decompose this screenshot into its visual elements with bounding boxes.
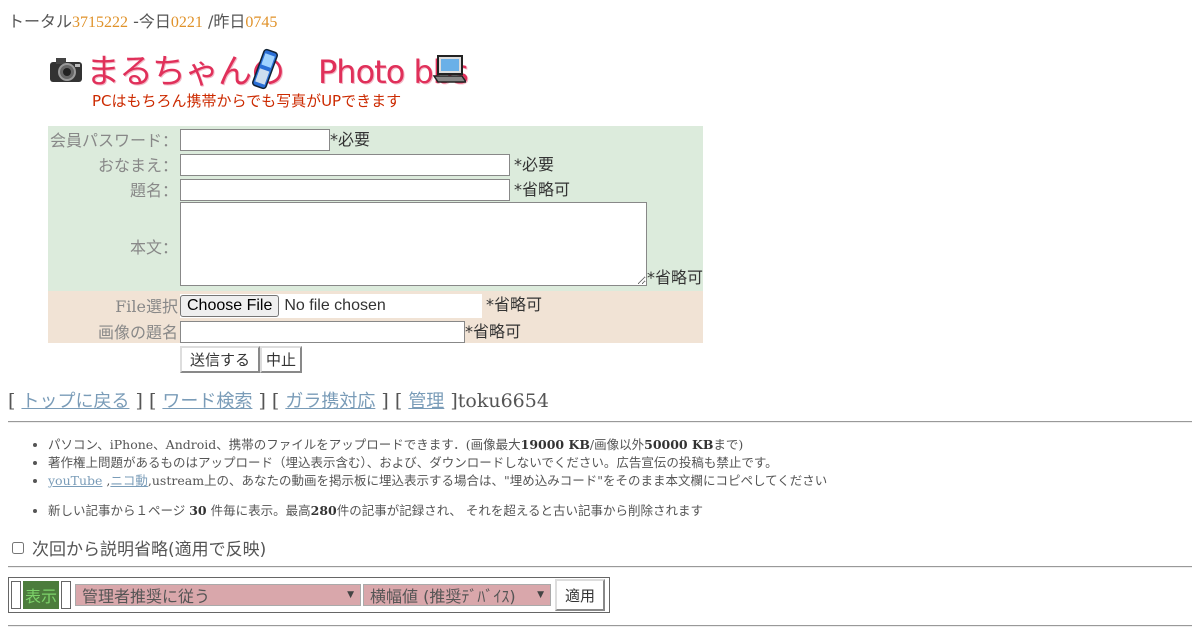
choose-file-button[interactable]: Choose File bbox=[180, 295, 280, 317]
body-note: *省略可 bbox=[647, 268, 704, 287]
apply-button[interactable]: 適用 bbox=[555, 579, 606, 611]
password-label: 会員パスワード： bbox=[49, 130, 178, 150]
nav-user: ]toku6654 bbox=[444, 390, 549, 412]
skip-checkbox[interactable] bbox=[12, 541, 24, 554]
body-label: 本文： bbox=[129, 238, 178, 257]
divider bbox=[8, 566, 1192, 568]
name-input[interactable] bbox=[180, 154, 510, 176]
subject-note: *省略可 bbox=[514, 180, 571, 199]
password-input[interactable] bbox=[180, 129, 330, 151]
camera-icon bbox=[50, 58, 82, 82]
submit-button[interactable]: 送信する bbox=[180, 345, 261, 373]
divider bbox=[8, 421, 1192, 423]
list-item: 著作権上問題があるものはアップロード（埋込表示含む）、および、ダウンロードしない… bbox=[48, 454, 827, 472]
toolbar-spacer bbox=[61, 581, 71, 609]
mobile-link[interactable]: ガラ携対応 bbox=[285, 391, 375, 412]
toolbar-spacer bbox=[11, 581, 21, 609]
total-label: トータル bbox=[8, 12, 73, 31]
access-counter: トータル3715222 -今日0221 /昨日0745 bbox=[8, 8, 277, 32]
skip-label: 次回から説明省略(適用で反映) bbox=[32, 540, 267, 560]
total-count: 3715222 bbox=[72, 14, 129, 31]
yesterday-count: 0745 bbox=[245, 14, 278, 31]
name-note: *必要 bbox=[514, 155, 555, 174]
word-search-link[interactable]: ワード検索 bbox=[162, 391, 252, 412]
top-link[interactable]: トップに戻る bbox=[21, 391, 129, 412]
nav-bracket: ] [ bbox=[252, 390, 286, 412]
nav-bracket: ] [ bbox=[129, 390, 163, 412]
file-note: *省略可 bbox=[486, 295, 543, 314]
file-chooser[interactable]: Choose File No file chosen bbox=[180, 294, 482, 318]
youtube-link[interactable]: youTube bbox=[48, 473, 102, 488]
today-count: 0221 bbox=[170, 14, 203, 31]
skip-description: 次回から説明省略(適用で反映) bbox=[10, 535, 266, 560]
file-status: No file chosen bbox=[284, 297, 386, 314]
image-title-label: 画像の題名 bbox=[97, 322, 178, 342]
subject-input[interactable] bbox=[180, 179, 510, 201]
yesterday-label: /昨日 bbox=[202, 12, 246, 31]
name-label: おなまえ： bbox=[97, 155, 178, 175]
display-mode-value: 管理者推奨に従う bbox=[82, 587, 211, 606]
logo-subtitle: PCはもちろん携帯からでも写真がUPできます bbox=[92, 92, 402, 110]
mobile-phone-icon bbox=[252, 48, 278, 90]
post-form: 会員パスワード： *必要 おなまえ： *必要 題名： *省略可 本文： *省略可… bbox=[48, 126, 704, 373]
display-mode-select[interactable]: 管理者推奨に従う ▼ bbox=[75, 584, 361, 606]
file-label: File選択 bbox=[115, 296, 178, 316]
nav-bracket: ] [ bbox=[375, 390, 409, 412]
nicodo-link[interactable]: ニコ動 bbox=[110, 473, 148, 488]
dropdown-arrow-icon: ▼ bbox=[537, 590, 544, 600]
width-value: 横幅値 (推奨ﾃﾞﾊﾞｲｽ) bbox=[370, 587, 516, 606]
admin-link[interactable]: 管理 bbox=[408, 391, 444, 412]
list-item: 新しい記事から１ページ 30 件毎に表示。最高280件の記事が記録され、 それを… bbox=[48, 502, 827, 520]
display-toolbar: 表示 管理者推奨に従う ▼ 横幅値 (推奨ﾃﾞﾊﾞｲｽ) ▼ 適用 bbox=[8, 577, 610, 613]
nav-links: [ トップに戻る ] [ ワード検索 ] [ ガラ携対応 ] [ 管理 ]tok… bbox=[8, 387, 549, 413]
site-logo: まるちゃんの Photo bbs PCはもちろん携帯からでも写真がUPできます bbox=[48, 44, 469, 114]
divider bbox=[8, 625, 1192, 627]
image-title-note: *省略可 bbox=[465, 322, 522, 341]
laptop-icon bbox=[432, 55, 466, 83]
width-select[interactable]: 横幅値 (推奨ﾃﾞﾊﾞｲｽ) ▼ bbox=[363, 584, 551, 606]
today-label: -今日 bbox=[128, 12, 171, 31]
info-list: パソコン、iPhone、Android、携帯のファイルをアップロードできます．(… bbox=[8, 436, 827, 520]
list-item: youTube ,ニコ動,ustream上の、あなたの動画を掲示板に埋込表示する… bbox=[48, 472, 827, 490]
cancel-button[interactable]: 中止 bbox=[260, 345, 303, 373]
body-textarea[interactable] bbox=[180, 202, 647, 286]
view-label: 表示 bbox=[23, 581, 59, 609]
list-item: パソコン、iPhone、Android、携帯のファイルをアップロードできます．(… bbox=[48, 436, 827, 454]
nav-bracket: [ bbox=[8, 390, 22, 412]
password-note: *必要 bbox=[330, 130, 371, 149]
dropdown-arrow-icon: ▼ bbox=[347, 590, 354, 600]
image-title-input[interactable] bbox=[180, 321, 465, 343]
subject-label: 題名： bbox=[129, 180, 178, 200]
